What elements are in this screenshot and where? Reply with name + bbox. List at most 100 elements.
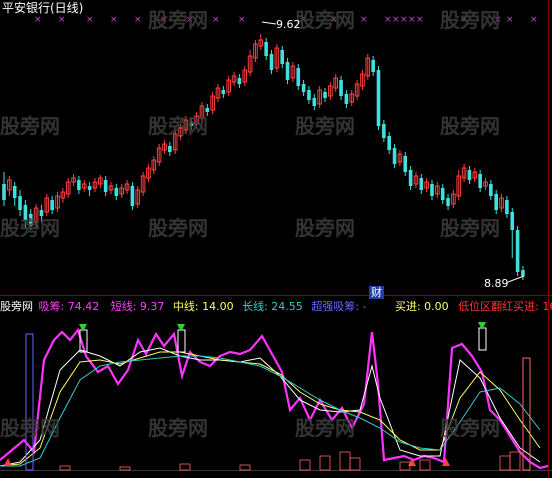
candle-body [521, 270, 525, 276]
candle-body [440, 188, 445, 200]
candle-body [168, 146, 172, 152]
candle-body [446, 198, 450, 206]
legend-chaoqiang: 超强吸筹: - [311, 300, 367, 313]
top-marker: × [212, 15, 220, 25]
indicator-lines [0, 322, 549, 471]
candle-body [18, 196, 22, 210]
duanxian-line [0, 347, 541, 467]
volume-box [339, 451, 351, 471]
volume-box [419, 459, 431, 471]
volume-box [59, 465, 71, 471]
top-marker: × [86, 15, 94, 25]
candle-body [2, 184, 6, 200]
top-marker: × [34, 15, 42, 25]
candle-body [221, 90, 226, 94]
watermark: 股旁网 [295, 8, 355, 32]
candle-body [478, 174, 482, 188]
candle-body [430, 184, 434, 196]
top-marker: × [400, 15, 408, 25]
indicator-name: 股旁网 [0, 300, 33, 313]
candle-body [307, 90, 311, 100]
watermark: 股旁网 [295, 114, 355, 138]
volume-box [299, 459, 311, 471]
candle-body [505, 200, 509, 214]
top-marker: × [384, 15, 392, 25]
candle-body [408, 170, 413, 186]
candle-body [387, 136, 391, 150]
top-marker: × [408, 15, 416, 25]
top-marker: × [530, 15, 538, 25]
watermark: 股旁网 [0, 216, 60, 240]
watermark: 股旁网 [148, 416, 208, 440]
top-marker: × [416, 15, 424, 25]
volume-box [119, 466, 131, 471]
changxian-line [0, 355, 541, 467]
candle-body [103, 180, 108, 192]
top-marker: × [58, 15, 66, 25]
volume-box [319, 455, 331, 471]
legend-diwei: 低位区翻红买进: 16 [458, 300, 552, 313]
low-price-pointer [507, 275, 525, 283]
indicator-legend: 股旁网 吸筹: 74.42 短线: 9.37 中线: 14.00 长线: 24.… [0, 300, 552, 314]
top-marker: × [238, 15, 246, 25]
watermark: 股旁网 [148, 114, 208, 138]
candle-body [382, 124, 386, 138]
watermark: 股旁网 [440, 8, 500, 32]
watermark: 股旁网 [440, 216, 500, 240]
candle-body [467, 170, 472, 180]
candle-body [264, 42, 268, 56]
candle-body [87, 186, 92, 190]
candle-body [489, 184, 493, 196]
watermark: 股旁网 [148, 216, 208, 240]
watermark: 股旁网 [148, 8, 208, 32]
up-marker [4, 458, 12, 466]
candle-body [419, 178, 424, 190]
chart-title: 平安银行(日线) [2, 1, 84, 15]
candle-body [296, 68, 301, 86]
top-marker: × [360, 15, 368, 25]
watermark: 股旁网 [440, 114, 500, 138]
candle-body [403, 156, 408, 172]
candle-body [494, 194, 498, 210]
watermark: 股旁网 [295, 416, 355, 440]
top-marker: × [110, 15, 118, 25]
low-price-label: 8.89 [484, 277, 509, 290]
top-marker: × [134, 15, 142, 25]
signal-bar [478, 327, 487, 351]
signal-bar [177, 329, 186, 353]
candle-body [301, 84, 306, 92]
candle-body [371, 60, 375, 72]
watermark: 股旁网 [440, 416, 500, 440]
high-price-pointer [261, 21, 277, 25]
candle-body [269, 54, 274, 70]
candle-body [130, 186, 135, 206]
candlestick-series [2, 34, 525, 280]
candle-body [12, 186, 17, 198]
event-tag[interactable]: 财 [369, 286, 384, 299]
volume-box [499, 455, 511, 471]
watermark: 股旁网 [0, 114, 60, 138]
top-marker: × [392, 15, 400, 25]
candle-body [285, 62, 290, 80]
high-price-label: 9.62 [276, 18, 301, 31]
candle-body [50, 200, 54, 210]
candle-body [323, 92, 327, 98]
candle-body [515, 230, 520, 272]
volume-box [239, 464, 251, 471]
candle-body [376, 70, 381, 126]
candle-body [392, 148, 397, 164]
legend-changxian: 长线: 24.55 [242, 300, 303, 313]
candle-body [280, 50, 284, 64]
candle-body [77, 180, 81, 190]
watermark: 股旁网 [295, 216, 355, 240]
legend-zhongxian: 中线: 14.00 [172, 300, 234, 313]
watermark: 股旁网 [0, 416, 60, 440]
volume-box [509, 451, 521, 471]
volume-box [349, 457, 361, 471]
candle-body [510, 212, 515, 230]
candle-body [237, 78, 242, 84]
candle-body [344, 94, 349, 104]
candle-body [339, 80, 343, 96]
candle-body [114, 188, 119, 196]
top-marker: × [506, 15, 514, 25]
